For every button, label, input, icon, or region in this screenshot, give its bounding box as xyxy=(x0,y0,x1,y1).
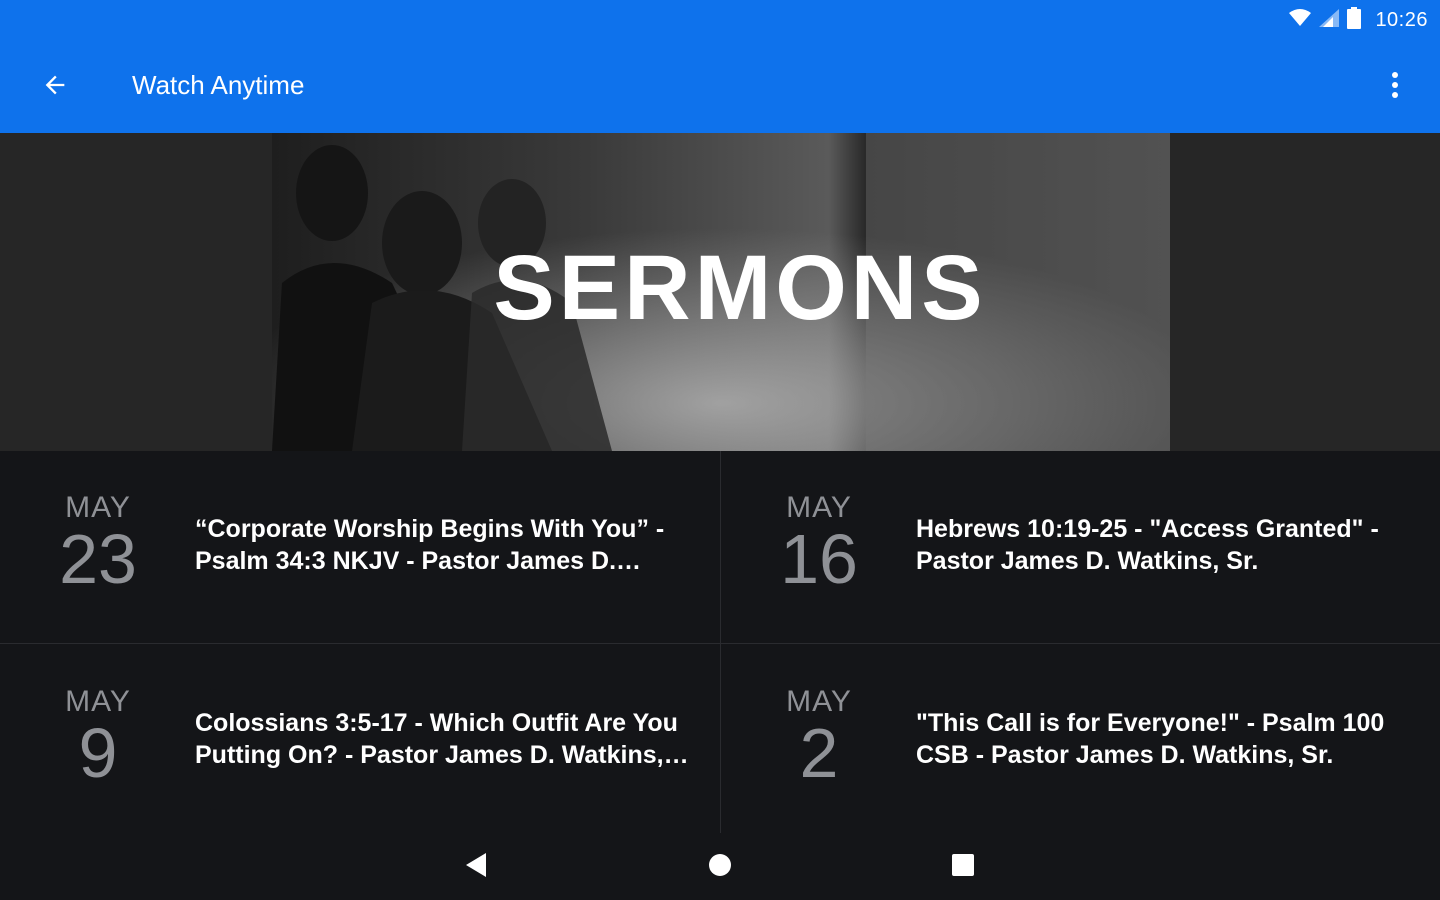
nav-back-button[interactable] xyxy=(456,847,496,887)
sermon-date: MAY 23 xyxy=(38,491,158,598)
system-nav-bar xyxy=(0,833,1440,900)
sermon-item[interactable]: MAY 9 Colossians 3:5-17 - Which Outfit A… xyxy=(0,645,720,835)
home-circle-icon xyxy=(708,853,732,882)
sermon-list: MAY 23 “Corporate Worship Begins With Yo… xyxy=(0,451,1440,833)
nav-recents-button[interactable] xyxy=(943,847,983,887)
recents-square-icon xyxy=(951,853,975,882)
status-time: 10:26 xyxy=(1375,8,1428,31)
page-title: Watch Anytime xyxy=(132,70,305,100)
wifi-icon xyxy=(1289,8,1312,32)
sermon-title: “Corporate Worship Begins With You” - Ps… xyxy=(195,515,665,575)
overflow-menu-button[interactable] xyxy=(1370,62,1420,112)
status-icons: 10:26 xyxy=(1289,6,1428,34)
banner-title: SERMONS xyxy=(493,237,987,339)
nav-home-button[interactable] xyxy=(700,847,740,887)
sermons-banner: SERMONS xyxy=(0,133,1440,451)
app-bar: Watch Anytime xyxy=(0,40,1440,133)
sermon-day: 2 xyxy=(799,714,839,792)
sermon-date: MAY 16 xyxy=(759,491,879,598)
sermon-title: Colossians 3:5-17 - Which Outfit Are You… xyxy=(195,709,678,769)
back-triangle-icon xyxy=(464,852,488,883)
sermon-item[interactable]: MAY 23 “Corporate Worship Begins With Yo… xyxy=(0,451,720,641)
status-bar: 10:26 xyxy=(0,0,1440,40)
sermon-day: 9 xyxy=(78,714,118,792)
row-divider xyxy=(0,643,1440,644)
sermon-date: MAY 9 xyxy=(38,685,158,792)
sermon-item[interactable]: MAY 2 "This Call is for Everyone!" - Psa… xyxy=(721,645,1440,835)
arrow-back-icon xyxy=(41,71,69,104)
sermon-day: 23 xyxy=(59,520,137,598)
sermon-title: Hebrews 10:19-25 - "Access Granted" - Pa… xyxy=(916,515,1379,575)
back-button[interactable] xyxy=(30,62,80,112)
sermon-day: 16 xyxy=(780,520,858,598)
sermon-item[interactable]: MAY 16 Hebrews 10:19-25 - "Access Grante… xyxy=(721,451,1440,641)
signal-icon xyxy=(1319,8,1340,32)
sermon-date: MAY 2 xyxy=(759,685,879,792)
sermon-title: "This Call is for Everyone!" - Psalm 100… xyxy=(916,709,1385,769)
more-vert-icon xyxy=(1391,71,1399,104)
battery-icon xyxy=(1347,6,1362,34)
